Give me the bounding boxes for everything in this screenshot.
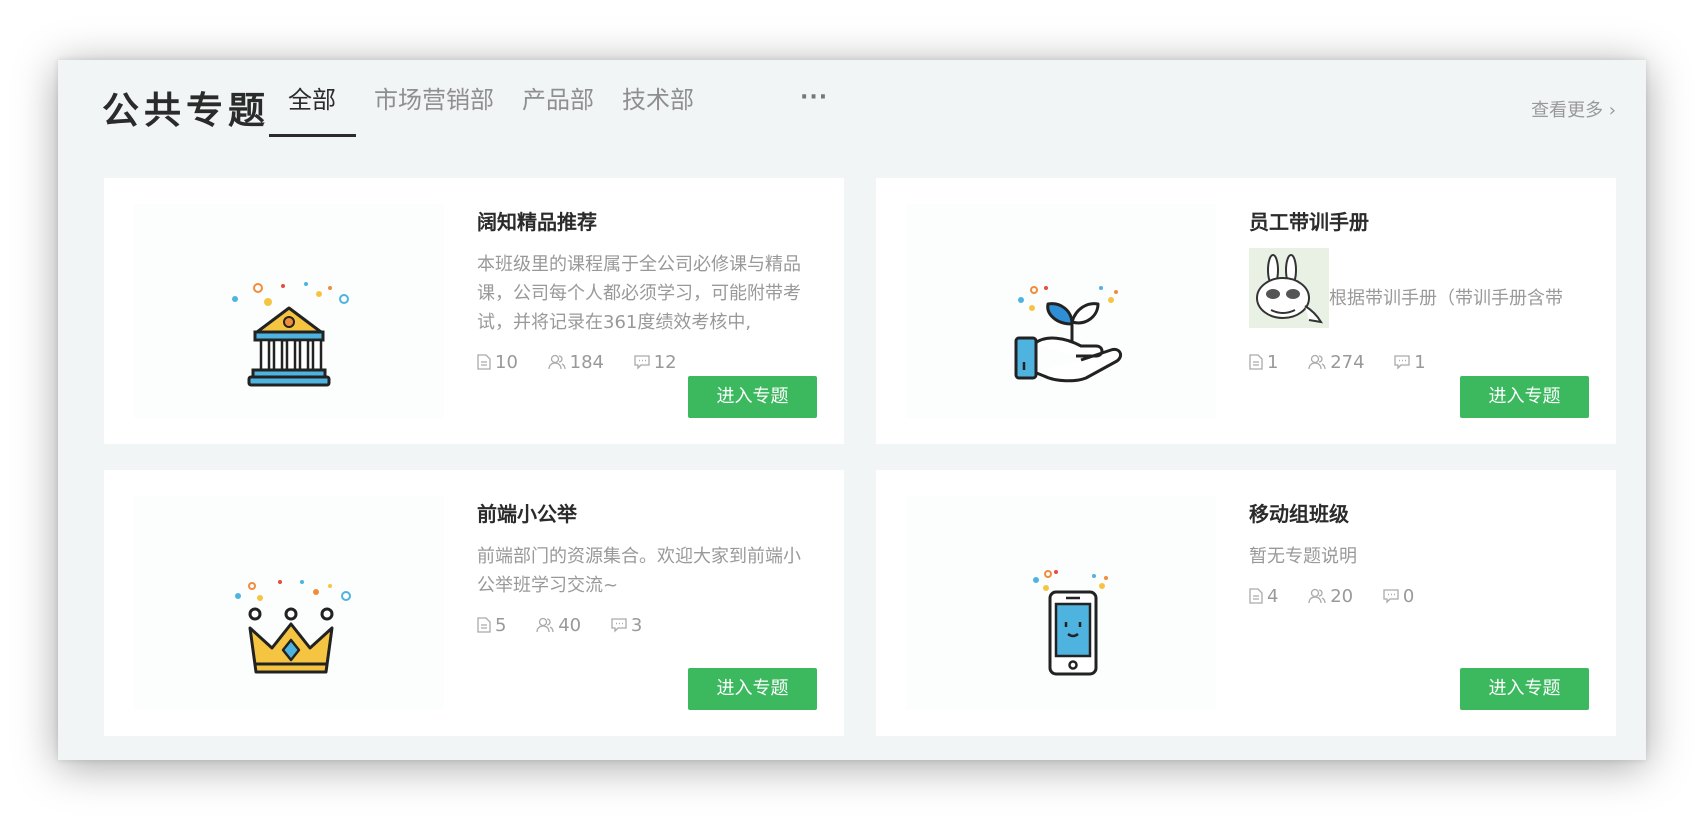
course-count: 4 (1249, 586, 1278, 607)
users-icon (1308, 588, 1326, 604)
public-topics-panel: 公共专题 全部 市场营销部 产品部 技术部 ··· 查看更多 › 阔知精品推荐 … (58, 60, 1646, 760)
topic-card: 移动组班级 暂无专题说明 4 20 0 进入专题 (876, 470, 1616, 736)
card-title[interactable]: 前端小公举 (477, 498, 577, 527)
document-icon (1249, 588, 1263, 604)
tab-tech[interactable]: 技术部 (622, 80, 694, 120)
card-cover (134, 204, 444, 418)
member-count-value: 40 (558, 615, 582, 636)
card-description: 本班级里的课程属于全公司必修课与精品课，公司每个人都必须学习，可能附带考试，并将… (477, 254, 801, 333)
course-count: 10 (477, 352, 518, 373)
tab-all[interactable]: 全部 (269, 80, 356, 137)
users-icon (547, 354, 566, 370)
member-count-value: 20 (1330, 586, 1354, 607)
member-count: 40 (536, 615, 581, 636)
card-cover (134, 496, 444, 710)
comment-count: 1 (1394, 352, 1426, 373)
more-tabs-icon[interactable]: ··· (800, 87, 828, 109)
course-count-value: 4 (1267, 586, 1279, 607)
member-count: 274 (1308, 352, 1365, 373)
topic-card: 阔知精品推荐 本班级里的课程属于全公司必修课与精品课，公司每个人都必须学习，可能… (104, 178, 844, 444)
member-count: 20 (1308, 586, 1353, 607)
card-title[interactable]: 阔知精品推荐 (477, 206, 597, 235)
tab-marketing[interactable]: 市场营销部 (374, 80, 494, 120)
tab-label: 全部 (288, 86, 336, 114)
card-stats: 1 274 1 (1249, 352, 1450, 376)
tab-label: 技术部 (622, 86, 694, 114)
users-icon (536, 617, 554, 633)
tab-label: 市场营销部 (374, 86, 494, 114)
course-count-value: 1 (1267, 352, 1279, 373)
comment-icon (1383, 589, 1399, 604)
card-cover (906, 496, 1216, 710)
comment-count: 3 (611, 615, 642, 636)
enter-topic-button[interactable]: 进入专题 (688, 376, 817, 418)
comment-count: 12 (634, 352, 677, 373)
comment-count-value: 0 (1402, 586, 1415, 607)
course-count: 5 (477, 615, 506, 636)
comment-count: 0 (1383, 586, 1414, 607)
card-cover (906, 204, 1216, 418)
course-count-value: 5 (495, 615, 507, 636)
card-title[interactable]: 员工带训手册 (1249, 206, 1369, 235)
course-count-value: 10 (495, 352, 518, 373)
description-row: 根据带训手册（带训手册含带 (1249, 248, 1589, 328)
enter-topic-button[interactable]: 进入专题 (688, 668, 817, 710)
document-icon (1249, 354, 1263, 370)
rabbit-sticker-image (1249, 248, 1329, 328)
comment-icon (634, 355, 650, 370)
card-stats: 10 184 12 (477, 352, 701, 376)
card-description: 根据带训手册（带训手册含带 (1329, 288, 1563, 309)
card-description: 前端部门的资源集合。欢迎大家到前端小公举班学习交流~ (477, 546, 801, 596)
document-icon (477, 354, 491, 370)
page-title: 公共专题 (102, 89, 270, 132)
users-icon (1308, 354, 1326, 370)
card-stats: 5 40 3 (477, 615, 666, 639)
bank-building-icon (232, 282, 349, 387)
tab-product[interactable]: 产品部 (522, 80, 594, 120)
active-tab-indicator (269, 134, 356, 137)
tab-label: 产品部 (522, 86, 594, 114)
topic-card: 员工带训手册 根据带训手册（带训手册含带 1 274 1 进入专题 (876, 178, 1616, 444)
comment-icon (1394, 355, 1410, 370)
enter-topic-button[interactable]: 进入专题 (1460, 376, 1589, 418)
crown-icon (235, 580, 351, 674)
view-more-link[interactable]: 查看更多 › (1531, 96, 1616, 122)
comment-count-value: 12 (653, 352, 677, 373)
comment-count-value: 1 (1414, 352, 1426, 373)
member-count: 184 (547, 352, 604, 373)
phone-icon (1033, 570, 1108, 676)
comment-count-value: 3 (630, 615, 643, 636)
hand-plant-icon (1014, 286, 1123, 383)
card-description: 暂无专题说明 (1249, 546, 1357, 567)
course-count: 1 (1249, 352, 1278, 373)
card-stats: 4 20 0 (1249, 586, 1438, 610)
document-icon (477, 617, 491, 633)
card-title[interactable]: 移动组班级 (1249, 498, 1349, 527)
member-count-value: 274 (1330, 352, 1365, 373)
comment-icon (611, 618, 627, 633)
enter-topic-button[interactable]: 进入专题 (1460, 668, 1589, 710)
member-count-value: 184 (569, 352, 604, 373)
topic-card: 前端小公举 前端部门的资源集合。欢迎大家到前端小公举班学习交流~ 5 40 3 … (104, 470, 844, 736)
